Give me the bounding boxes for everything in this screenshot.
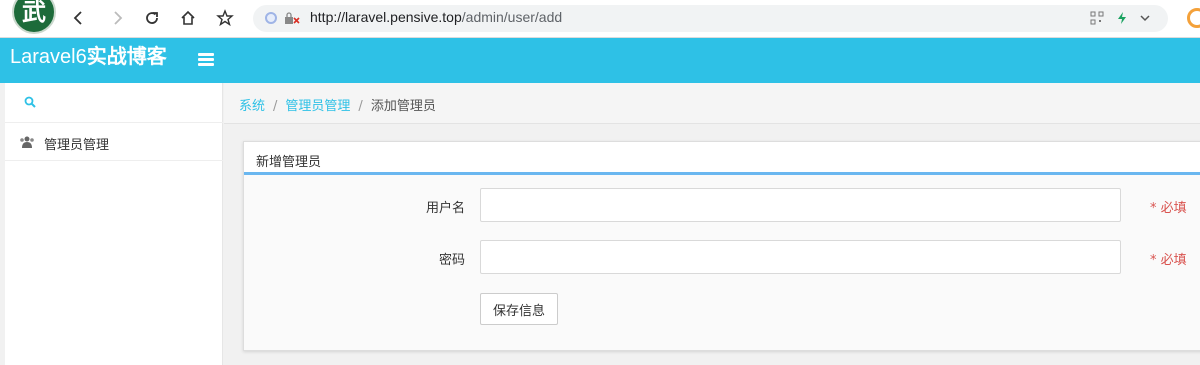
- password-input[interactable]: [480, 240, 1121, 274]
- menu-toggle-icon[interactable]: [198, 53, 214, 66]
- site-info-icon[interactable]: [265, 12, 277, 24]
- panel-header: 新增管理员: [244, 142, 1200, 175]
- url-path: /admin/user/add: [461, 9, 563, 25]
- add-admin-panel: 新增管理员 用户名 * 必填 密码 * 必填 保存信息: [243, 141, 1200, 351]
- bookmark-button[interactable]: [214, 7, 236, 29]
- breadcrumb-bar: 系统 / 管理员管理 / 添加管理员: [224, 83, 1200, 124]
- qr-code-icon[interactable]: [1090, 11, 1104, 25]
- chevron-down-icon[interactable]: [1138, 11, 1152, 25]
- reload-icon: [146, 12, 158, 24]
- forward-arrow-icon: [114, 11, 123, 25]
- star-icon: [216, 9, 234, 27]
- save-button[interactable]: 保存信息: [480, 293, 558, 325]
- breadcrumb-separator: /: [358, 99, 363, 114]
- sidebar: 管理员管理: [5, 83, 223, 365]
- brand-prefix: Laravel6: [10, 46, 87, 68]
- site-favicon: 武: [12, 0, 56, 34]
- breadcrumb-link-admin-management[interactable]: 管理员管理: [285, 99, 350, 114]
- search-icon[interactable]: [24, 96, 36, 108]
- sidebar-item-admin-management[interactable]: 管理员管理: [5, 124, 223, 161]
- browser-toolbar: 武 http://laravel.pensive.top/admin/user/…: [0, 0, 1200, 38]
- url-host: http://laravel.pensive.top: [310, 9, 462, 25]
- browser-extension-icon[interactable]: [1187, 8, 1200, 28]
- panel-title: 新增管理员: [256, 155, 322, 170]
- address-bar[interactable]: http://laravel.pensive.top/admin/user/ad…: [253, 5, 1168, 32]
- username-required-hint: * 必填: [1150, 201, 1187, 216]
- password-required-hint: * 必填: [1150, 253, 1187, 268]
- sidebar-search[interactable]: [5, 83, 223, 123]
- home-button[interactable]: [177, 7, 199, 29]
- back-button[interactable]: [68, 7, 90, 29]
- not-secure-icon: [285, 12, 300, 24]
- username-label: 用户名: [425, 201, 465, 216]
- breadcrumb-separator: /: [273, 99, 278, 114]
- brand-suffix: 实战博客: [86, 46, 167, 68]
- lightning-icon[interactable]: [1115, 11, 1129, 25]
- username-input[interactable]: [480, 188, 1121, 222]
- password-label: 密码: [438, 253, 465, 268]
- back-arrow-icon: [73, 11, 82, 25]
- breadcrumb-current: 添加管理员: [370, 99, 436, 114]
- sidebar-item-label: 管理员管理: [44, 138, 110, 153]
- home-icon: [181, 10, 195, 25]
- users-icon: [20, 136, 34, 148]
- brand-title[interactable]: Laravel6实战博客: [10, 40, 167, 69]
- forward-button[interactable]: [106, 7, 128, 29]
- url-text[interactable]: http://laravel.pensive.top/admin/user/ad…: [310, 9, 562, 25]
- app-header: Laravel6实战博客: [0, 38, 1200, 83]
- breadcrumb-link-system[interactable]: 系统: [239, 99, 265, 114]
- breadcrumb: 系统 / 管理员管理 / 添加管理员: [239, 95, 436, 114]
- reload-button[interactable]: [141, 7, 163, 29]
